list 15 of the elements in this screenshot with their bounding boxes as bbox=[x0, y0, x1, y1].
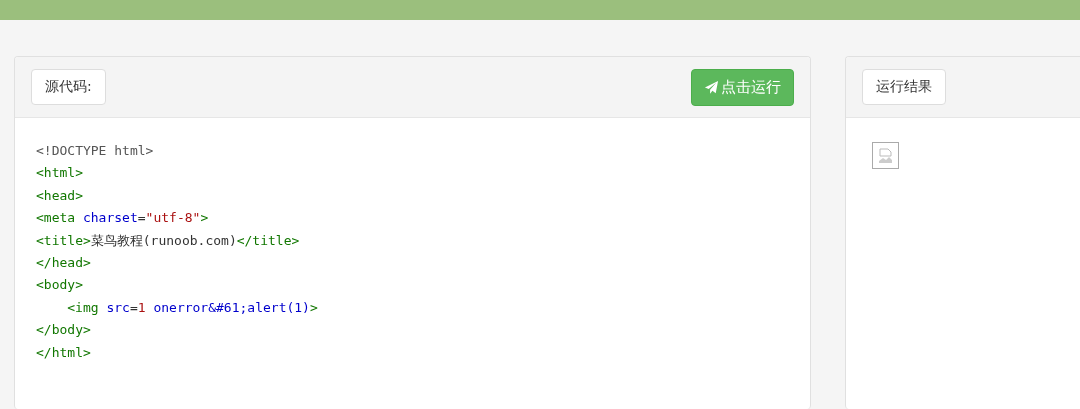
code-line: <html> bbox=[36, 164, 83, 183]
code-line: <head> bbox=[36, 186, 83, 205]
code-line: <title>菜鸟教程(runoob.com)</title> bbox=[36, 231, 300, 250]
code-line: </body> bbox=[36, 321, 91, 340]
send-icon bbox=[704, 79, 719, 95]
code-line: <!DOCTYPE html> bbox=[36, 142, 154, 160]
code-line: <body> bbox=[36, 276, 83, 295]
code-line: </html> bbox=[36, 343, 91, 362]
broken-image-icon bbox=[872, 142, 899, 169]
code-line: </head> bbox=[36, 254, 91, 273]
code-line: <meta charset="utf-8"> bbox=[36, 209, 209, 228]
code-line: <img src=1 onerror&#61;alert(1)> bbox=[67, 298, 318, 317]
panel-label: 源代码: bbox=[31, 69, 106, 105]
run-button[interactable]: 点击运行 bbox=[691, 68, 794, 106]
panel-label: 运行结果 bbox=[862, 69, 946, 105]
